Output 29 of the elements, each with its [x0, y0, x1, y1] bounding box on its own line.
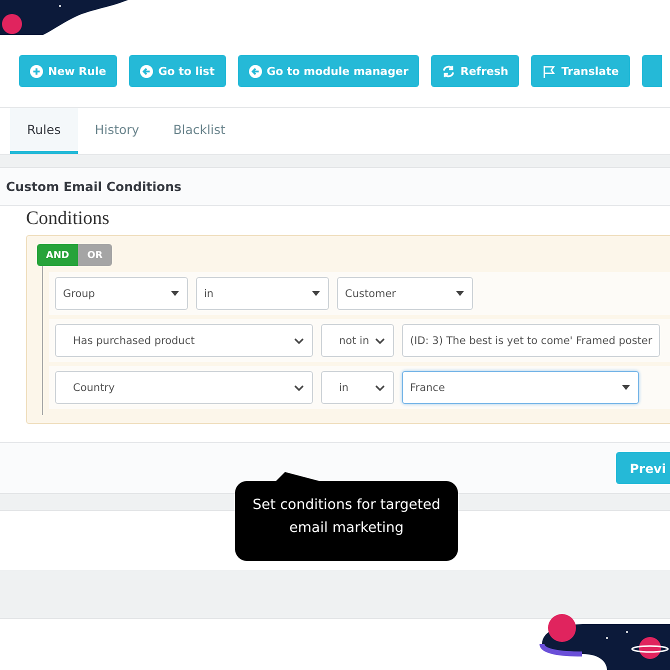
operator-select[interactable]: in — [196, 277, 329, 310]
value-select[interactable]: Customer — [337, 277, 473, 310]
field-select[interactable]: Country — [55, 371, 313, 404]
chevron-down-icon — [375, 384, 385, 390]
back-arrow-icon — [248, 64, 262, 78]
chevron-down-icon — [375, 338, 385, 344]
operator-select[interactable]: in — [321, 371, 394, 404]
back-arrow-icon — [140, 64, 154, 78]
tab[interactable]: Blacklist — [156, 108, 242, 154]
plus-circle-icon — [30, 64, 43, 78]
operator-select[interactable]: not in — [321, 324, 394, 357]
tab[interactable]: History — [78, 108, 156, 154]
field-select[interactable]: Group — [55, 277, 188, 310]
field-select[interactable]: Has purchased product — [55, 324, 313, 357]
dropdown-caret-icon — [622, 385, 630, 390]
dropdown-caret-icon — [456, 291, 464, 296]
chevron-down-icon — [294, 338, 304, 344]
section-heading: Conditions — [25, 207, 110, 231]
tooltip-text: Set conditions for targeted email marketing — [252, 497, 440, 536]
value-select[interactable]: (ID: 3) The best is yet to come' Framed poster — [402, 324, 660, 357]
panel-title: Custom Email Conditions — [0, 168, 670, 206]
dropdown-caret-icon — [312, 291, 320, 296]
toolbar-button[interactable] — [642, 55, 662, 87]
chevron-down-icon — [294, 384, 304, 390]
value-select[interactable]: France — [402, 371, 639, 404]
dropdown-caret-icon — [171, 291, 179, 296]
flag-icon — [542, 64, 556, 78]
tab[interactable]: Rules — [10, 108, 78, 154]
refresh-icon — [442, 64, 456, 78]
